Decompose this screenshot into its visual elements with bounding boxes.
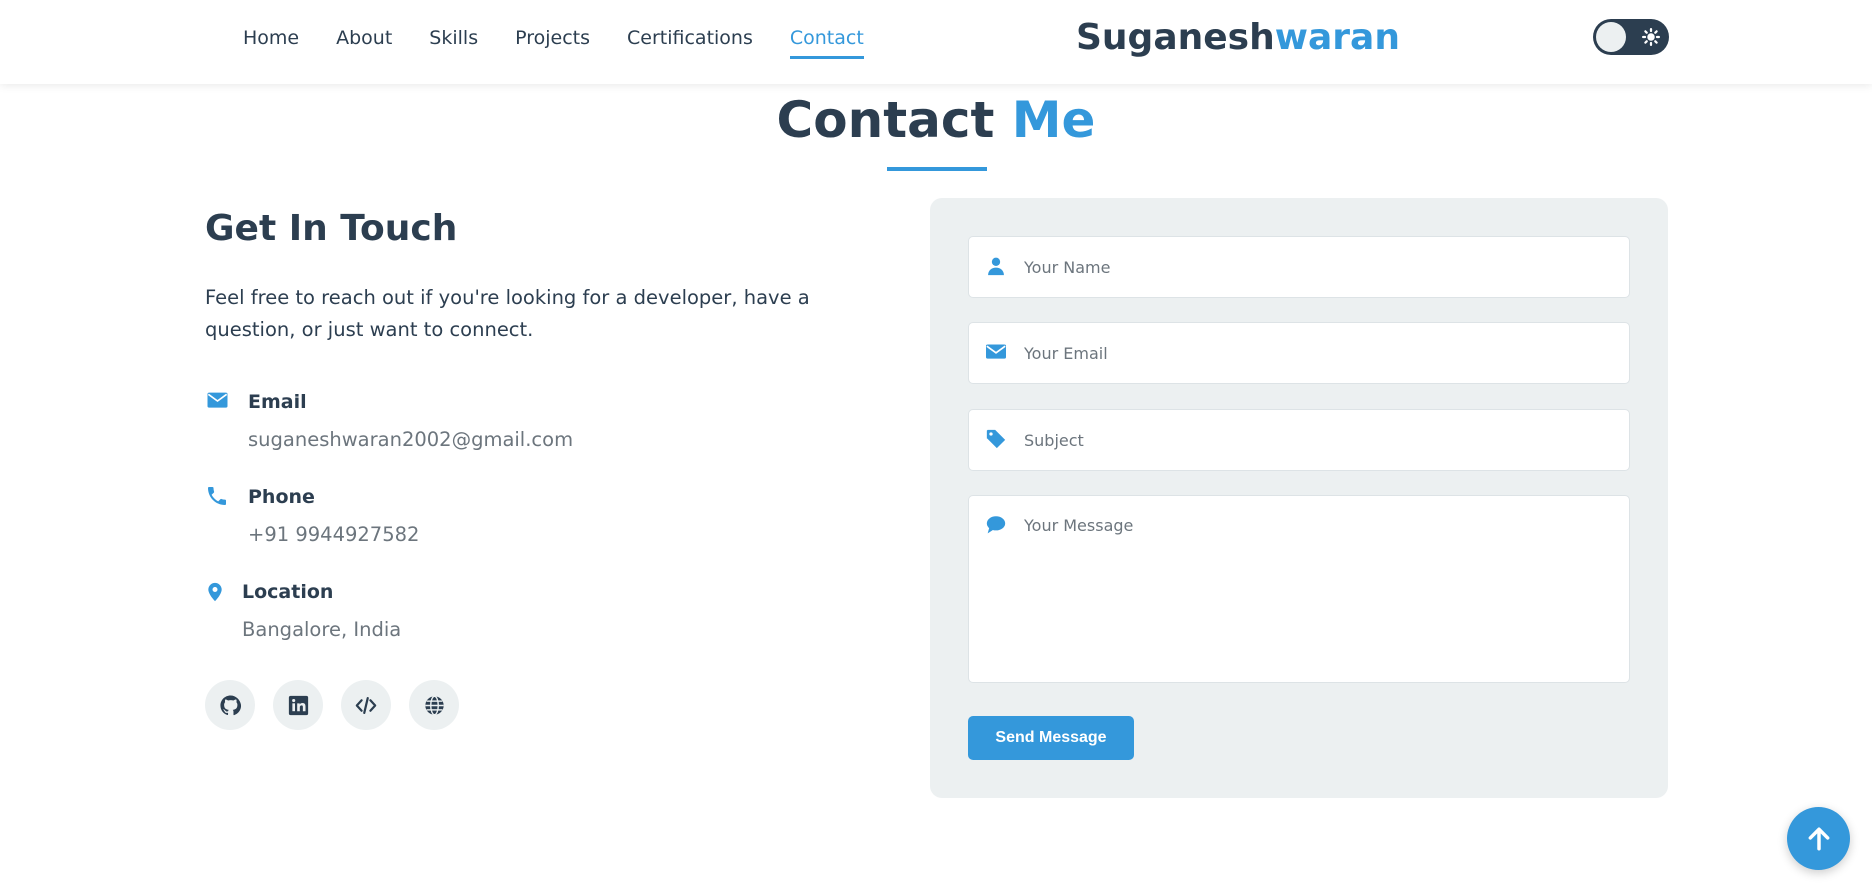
message-field	[968, 495, 1630, 683]
email-label: Email	[248, 391, 307, 413]
envelope-icon	[207, 392, 228, 408]
social-links	[205, 680, 459, 730]
nav-link-skills[interactable]: Skills	[429, 24, 478, 59]
email-input[interactable]	[1024, 323, 1614, 383]
subject-field	[968, 409, 1630, 471]
website-link[interactable]	[409, 680, 459, 730]
subject-input[interactable]	[1024, 410, 1614, 470]
nav-link-projects[interactable]: Projects	[515, 24, 590, 59]
toggle-knob	[1596, 22, 1626, 52]
phone-value[interactable]: +91 9944927582	[248, 522, 419, 548]
page-title-accent: Me	[1011, 91, 1096, 149]
location-label: Location	[242, 581, 334, 603]
nav-link-certifications[interactable]: Certifications	[627, 24, 753, 59]
github-icon	[219, 694, 241, 715]
location-value: Bangalore, India	[242, 618, 402, 641]
arrow-up-icon	[1808, 827, 1829, 850]
email-field	[968, 322, 1630, 384]
user-icon	[988, 257, 1004, 276]
title-underline	[887, 167, 987, 171]
nav-link-contact[interactable]: Contact	[789, 24, 864, 59]
nav-links: Home About Skills Projects Certification…	[243, 24, 901, 59]
comment-icon	[986, 516, 1006, 534]
get-in-touch-heading: Get In Touch	[205, 208, 458, 249]
scroll-to-top-button[interactable]	[1787, 807, 1850, 870]
page-title-main: Contact	[776, 91, 1012, 149]
name-input[interactable]	[1024, 237, 1614, 297]
phone-icon	[208, 487, 226, 505]
navbar: Home About Skills Projects Certification…	[0, 0, 1872, 84]
code-link[interactable]	[341, 680, 391, 730]
github-link[interactable]	[205, 680, 255, 730]
globe-icon	[424, 695, 444, 715]
name-field	[968, 236, 1630, 298]
phone-label: Phone	[248, 486, 315, 508]
brand-accent-text: waran	[1274, 17, 1400, 58]
linkedin-link[interactable]	[273, 680, 323, 730]
email-value[interactable]: suganeshwaran2002@gmail.com	[248, 427, 573, 453]
map-marker-icon	[208, 582, 222, 602]
nav-link-home[interactable]: Home	[243, 24, 299, 59]
message-textarea[interactable]	[1024, 516, 1614, 676]
contact-form: Send Message	[930, 198, 1668, 798]
theme-toggle[interactable]	[1593, 19, 1669, 55]
nav-link-about[interactable]: About	[336, 24, 392, 59]
brand-logo[interactable]: Suganeshwaran	[1076, 14, 1400, 62]
tag-icon	[986, 429, 1006, 449]
linkedin-icon	[288, 695, 308, 715]
sun-icon	[1642, 28, 1660, 46]
code-icon	[355, 696, 377, 714]
envelope-icon	[986, 344, 1006, 359]
page-title: Contact Me	[0, 88, 1872, 152]
send-message-button[interactable]: Send Message	[968, 716, 1134, 760]
brand-main-text: Suganesh	[1076, 17, 1275, 58]
get-in-touch-description: Feel free to reach out if you're looking…	[205, 286, 810, 341]
